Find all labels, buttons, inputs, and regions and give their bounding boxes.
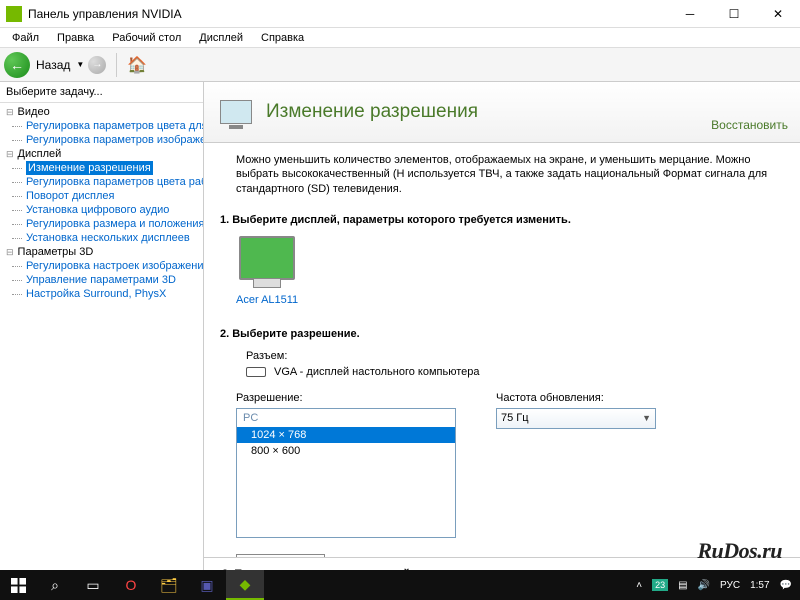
content-panel: Изменение разрешения Восстановить Можно … bbox=[204, 82, 800, 600]
display-name: Acer AL1511 bbox=[236, 294, 298, 306]
tree-group-3d[interactable]: Параметры 3D bbox=[0, 245, 203, 259]
refresh-label: Частота обновления: bbox=[496, 392, 656, 404]
monitor-icon bbox=[239, 236, 295, 280]
tray-notifications-icon[interactable]: 💬 bbox=[780, 580, 792, 591]
tray-hdd-icon[interactable]: ▤ bbox=[678, 580, 687, 591]
tree-group-video[interactable]: Видео bbox=[0, 105, 203, 119]
nav-tree: Видео Регулировка параметров цвета для в… bbox=[0, 103, 203, 573]
tree-item-desktop-color[interactable]: Регулировка параметров цвета рабочего bbox=[0, 175, 203, 189]
titlebar: Панель управления NVIDIA ─ ☐ ✕ bbox=[0, 0, 800, 28]
nvidia-icon bbox=[6, 6, 22, 22]
menu-help[interactable]: Справка bbox=[253, 30, 312, 46]
menu-edit[interactable]: Правка bbox=[49, 30, 102, 46]
tree-item-physx[interactable]: Настройка Surround, PhysX bbox=[0, 287, 203, 301]
forward-button[interactable]: → bbox=[88, 56, 106, 74]
resolution-label: Разрешение: bbox=[236, 392, 456, 404]
taskbar-app-opera[interactable]: O bbox=[112, 570, 150, 600]
window-title: Панель управления NVIDIA bbox=[28, 7, 668, 21]
resolution-group-header: PC bbox=[237, 409, 455, 427]
back-label: Назад bbox=[36, 58, 70, 72]
tree-item-image-settings[interactable]: Регулировка настроек изображения с пр bbox=[0, 259, 203, 273]
content-header: Изменение разрешения Восстановить bbox=[204, 82, 800, 143]
tray-badge[interactable]: 23 bbox=[652, 579, 668, 591]
page-description: Можно уменьшить количество элементов, от… bbox=[236, 153, 784, 196]
connector-label: Разъем: bbox=[246, 350, 784, 362]
close-button[interactable]: ✕ bbox=[756, 0, 800, 28]
step2-label: 2. Выберите разрешение. bbox=[220, 328, 784, 340]
toolbar: ← Назад ▼ → 🏠 bbox=[0, 48, 800, 82]
tree-item-digital-audio[interactable]: Установка цифрового аудио bbox=[0, 203, 203, 217]
connector-value: VGA - дисплей настольного компьютера bbox=[274, 366, 480, 378]
taskbar: ⌕ ▭ O 🗂 ▣ ◆ ˄ 23 ▤ 🔊 РУС 1:57 💬 bbox=[0, 570, 800, 600]
sidebar-header: Выберите задачу... bbox=[0, 82, 203, 103]
resolution-list[interactable]: PC 1024 × 768 800 × 600 bbox=[236, 408, 456, 538]
maximize-button[interactable]: ☐ bbox=[712, 0, 756, 28]
tree-item-rotate[interactable]: Поворот дисплея bbox=[0, 189, 203, 203]
back-dropdown-icon[interactable]: ▼ bbox=[76, 60, 84, 69]
restore-link[interactable]: Восстановить bbox=[711, 118, 788, 132]
tree-item-multi-display[interactable]: Установка нескольких дисплеев bbox=[0, 231, 203, 245]
tree-item-video-color[interactable]: Регулировка параметров цвета для видео bbox=[0, 119, 203, 133]
tray-chevron-icon[interactable]: ˄ bbox=[636, 580, 642, 591]
menu-display[interactable]: Дисплей bbox=[191, 30, 251, 46]
tree-item-change-resolution[interactable]: Изменение разрешения bbox=[0, 161, 203, 175]
taskbar-app-explorer[interactable]: 🗂 bbox=[150, 570, 188, 600]
taskbar-app-nvidia[interactable]: ◆ bbox=[226, 570, 264, 600]
start-button[interactable] bbox=[0, 570, 36, 600]
step1-label: 1. Выберите дисплей, параметры которого … bbox=[220, 214, 784, 226]
dropdown-arrow-icon: ▼ bbox=[642, 413, 651, 423]
refresh-value: 75 Гц bbox=[501, 412, 529, 424]
tree-item-manage-3d[interactable]: Управление параметрами 3D bbox=[0, 273, 203, 287]
tray-volume-icon[interactable]: 🔊 bbox=[698, 580, 710, 591]
menu-file[interactable]: Файл bbox=[4, 30, 47, 46]
page-title: Изменение разрешения bbox=[266, 101, 711, 123]
system-tray: ˄ 23 ▤ 🔊 РУС 1:57 💬 bbox=[636, 579, 800, 591]
tree-group-display[interactable]: Дисплей bbox=[0, 147, 203, 161]
tray-clock[interactable]: 1:57 bbox=[750, 580, 769, 591]
menubar: Файл Правка Рабочий стол Дисплей Справка bbox=[0, 28, 800, 48]
minimize-button[interactable]: ─ bbox=[668, 0, 712, 28]
tree-item-size-position[interactable]: Регулировка размера и положения рабоче bbox=[0, 217, 203, 231]
vga-icon bbox=[246, 367, 266, 377]
display-selector[interactable]: Acer AL1511 bbox=[236, 236, 298, 306]
refresh-rate-select[interactable]: 75 Гц ▼ bbox=[496, 408, 656, 429]
sidebar: Выберите задачу... Видео Регулировка пар… bbox=[0, 82, 204, 600]
taskbar-search-icon[interactable]: ⌕ bbox=[36, 570, 74, 600]
resolution-option-800[interactable]: 800 × 600 bbox=[237, 443, 455, 459]
menu-desktop[interactable]: Рабочий стол bbox=[104, 30, 189, 46]
home-icon[interactable]: 🏠 bbox=[127, 55, 147, 75]
back-button[interactable]: ← bbox=[4, 52, 30, 78]
tree-item-video-image[interactable]: Регулировка параметров изображения для bbox=[0, 133, 203, 147]
header-monitor-icon bbox=[216, 92, 256, 132]
resolution-option-1024[interactable]: 1024 × 768 bbox=[237, 427, 455, 443]
tray-language[interactable]: РУС bbox=[720, 580, 740, 591]
watermark: RuDos.ru bbox=[697, 538, 782, 564]
taskbar-app-teams[interactable]: ▣ bbox=[188, 570, 226, 600]
taskbar-taskview-icon[interactable]: ▭ bbox=[74, 570, 112, 600]
